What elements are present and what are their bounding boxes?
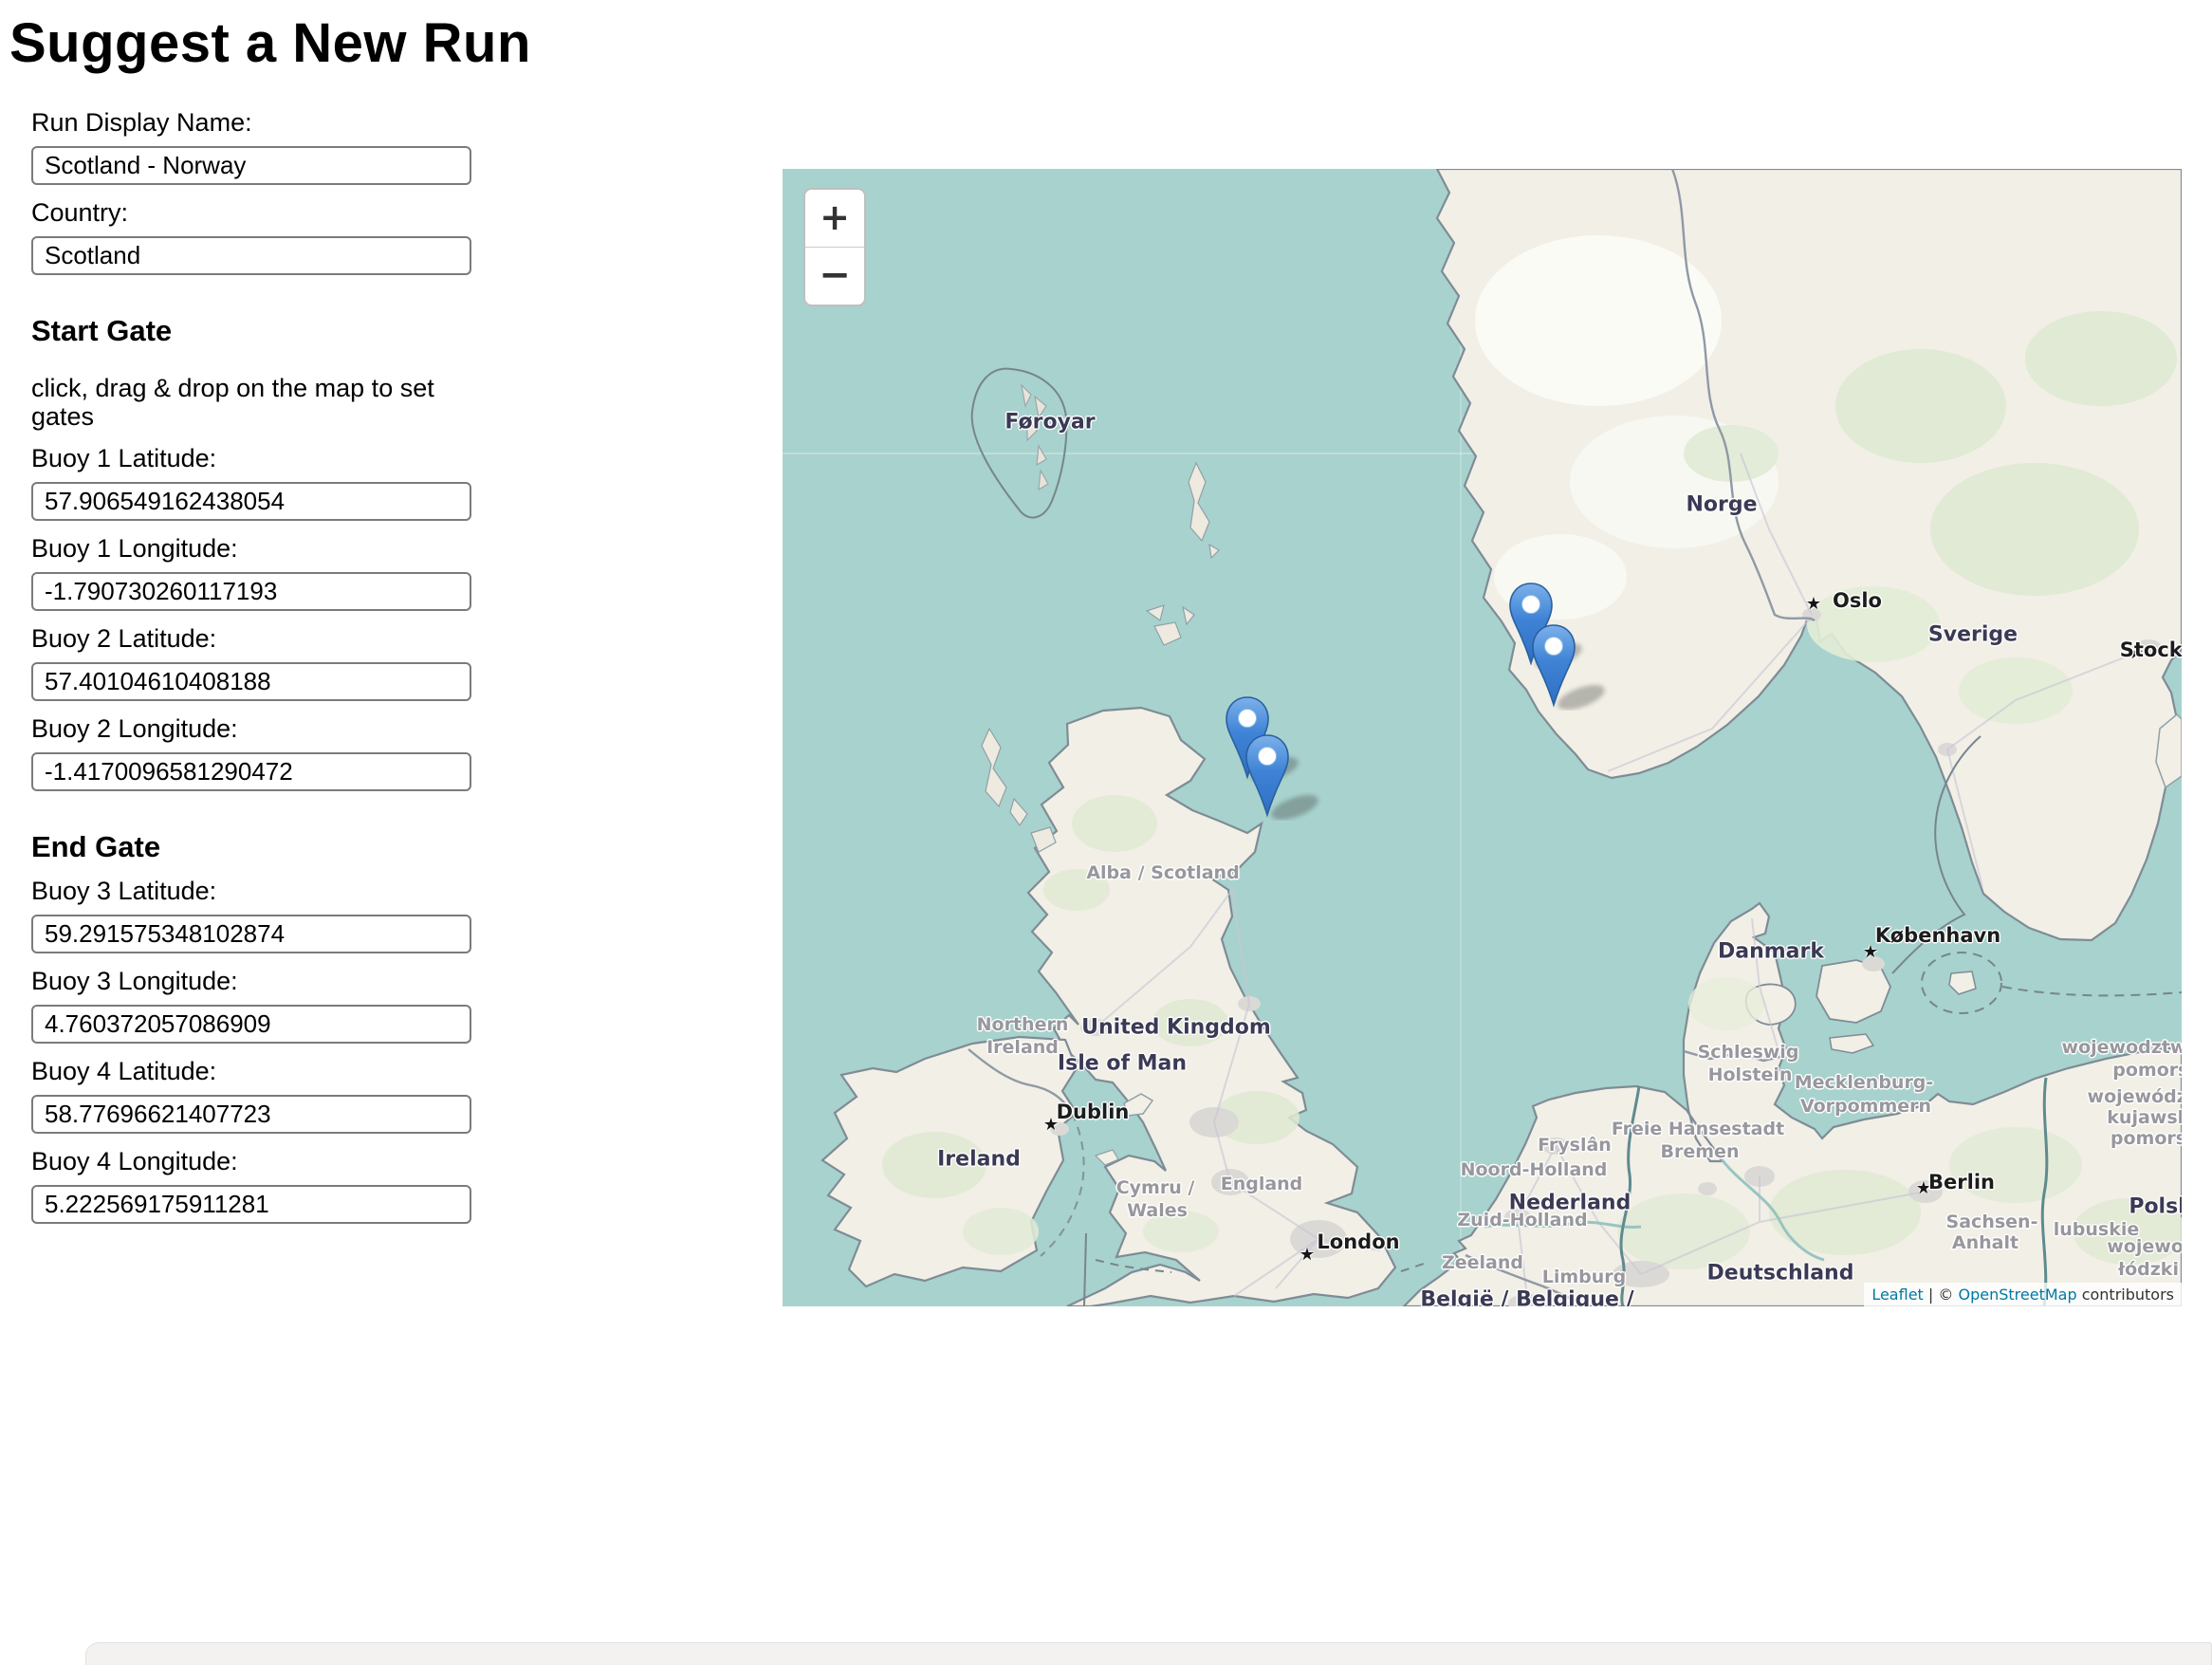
map-label-mecklenburg: Mecklenburg- (1795, 1072, 1934, 1093)
map-label-pomorskie: pomorskie (2111, 1128, 2182, 1149)
map-label-dublin: Dublin (1057, 1101, 1130, 1123)
k-benhavn-star-icon: ★ (1863, 944, 1878, 961)
map-label-freie-hansestadt: Freie Hansestadt (1612, 1119, 1784, 1139)
stockholm-star-icon: ★ (2129, 645, 2144, 662)
map-label-norge: Norge (1686, 493, 1757, 517)
buoy-2-latitude-input[interactable] (31, 662, 471, 701)
map-label-dzki: łódzki (2118, 1259, 2179, 1280)
buoy-3-longitude-input[interactable] (31, 1005, 471, 1044)
map-labels: Føroyar Norge Sverige Danmark United Kingdom… (783, 169, 2182, 1306)
buoy-2-marker[interactable] (1244, 733, 1325, 821)
buoy-3-longitude-label: Buoy 3 Longitude: (31, 967, 471, 996)
map-label-holstein: Holstein (1708, 1064, 1793, 1085)
map-label-limburg: Limburg (1542, 1267, 1627, 1287)
map-label-schleswig: Schleswig (1698, 1042, 1799, 1063)
page-title: Suggest a New Run (9, 11, 531, 75)
map-label-sverige: Sverige (1928, 623, 2018, 647)
openstreetmap-link[interactable]: OpenStreetMap (1958, 1286, 2076, 1304)
map-label-northern: Northern (977, 1014, 1069, 1035)
buoy-1-latitude-label: Buoy 1 Latitude: (31, 444, 471, 473)
map-label-pomorskie: pomorskie, (2112, 1060, 2182, 1081)
buoy-4-longitude-label: Buoy 4 Longitude: (31, 1147, 471, 1176)
map-label-wojew-dztwo: województwo (2088, 1086, 2182, 1107)
map-label-lubuskie: lubuskie (2054, 1219, 2140, 1240)
buoy-2-latitude-label: Buoy 2 Latitude: (31, 624, 471, 654)
map-label-ireland: Ireland (937, 1148, 1021, 1172)
buoy-4-latitude-input[interactable] (31, 1095, 471, 1134)
map-label-zuid-holland: Zuid-Holland (1457, 1210, 1587, 1230)
country-label: Country: (31, 198, 471, 228)
map-label-wojewod: wojewod. (2107, 1236, 2182, 1257)
end-gate-heading: End Gate (31, 831, 471, 863)
map-label-frysl-n: Fryslân (1538, 1135, 1612, 1156)
buoy-2-longitude-input[interactable] (31, 752, 471, 791)
zoom-control: + − (803, 188, 866, 306)
map-label-vorpommern: Vorpommern (1800, 1096, 1931, 1117)
buoy-4-marker[interactable] (1530, 623, 1612, 711)
zoom-out-button[interactable]: − (805, 247, 864, 305)
map-label-isle-of-man: Isle of Man (1058, 1052, 1187, 1076)
attribution-separator: | (1928, 1286, 1933, 1304)
attribution-contributors: contributors (2082, 1286, 2174, 1304)
map-label-nederland: Nederland (1509, 1192, 1631, 1215)
map-label-united-kingdom: United Kingdom (1081, 1016, 1271, 1040)
map-label-kujawsko: kujawsko- (2107, 1107, 2182, 1128)
map-label-sachsen: Sachsen- (1946, 1212, 2038, 1232)
oslo-star-icon: ★ (1806, 596, 1821, 613)
start-gate-heading: Start Gate (31, 315, 471, 347)
map-label-london: London (1317, 1230, 1399, 1253)
map-label-polska: Polska (2129, 1195, 2182, 1219)
map-label-oslo: Oslo (1833, 589, 1882, 612)
map-label-anhalt: Anhalt (1952, 1232, 2018, 1253)
buoy-1-latitude-input[interactable] (31, 482, 471, 521)
map-label-wojewodztwo: wojewodztwo (2062, 1037, 2182, 1058)
london-star-icon: ★ (1300, 1247, 1315, 1264)
map-label-england: England (1221, 1174, 1303, 1194)
map-label-f-royar: Føroyar (1005, 411, 1095, 435)
map-label-k-benhavn: København (1875, 924, 2000, 947)
map-label-danmark: Danmark (1718, 940, 1824, 964)
buoy-4-latitude-label: Buoy 4 Latitude: (31, 1057, 471, 1086)
map-label-cymru: Cymru / (1116, 1177, 1195, 1198)
map-label-deutschland: Deutschland (1707, 1262, 1854, 1286)
map-pin-icon (1530, 623, 1612, 711)
map-label-noord-holland: Noord-Holland (1461, 1159, 1608, 1180)
map-pin-icon (1244, 733, 1325, 821)
gates-hint: click, drag & drop on the map to set gat… (31, 374, 471, 431)
map-label-bremen: Bremen (1661, 1141, 1740, 1162)
buoy-4-longitude-input[interactable] (31, 1185, 471, 1224)
attribution-copyright: © (1938, 1286, 1953, 1304)
leaflet-link[interactable]: Leaflet (1871, 1286, 1923, 1304)
form-column: Run Display Name: Country: Start Gate click… (31, 95, 471, 1228)
berlin-star-icon: ★ (1916, 1180, 1931, 1197)
map-label-belgi-belgique: België / Belgique / (1420, 1288, 1633, 1307)
zoom-in-button[interactable]: + (805, 190, 864, 247)
map-label-alba-scotland: Alba / Scotland (1086, 862, 1239, 883)
map-label-berlin: Berlin (1928, 1171, 1995, 1193)
map-attribution: Leaflet | © OpenStreetMap contributors (1864, 1283, 2182, 1306)
bottom-partial-element (85, 1642, 2212, 1665)
buoy-3-latitude-label: Buoy 3 Latitude: (31, 877, 471, 906)
country-input[interactable] (31, 236, 471, 275)
map-label-wales: Wales (1127, 1200, 1188, 1221)
map-label-zeeland: Zeeland (1442, 1252, 1523, 1273)
run-display-name-input[interactable] (31, 146, 471, 185)
map-label-ireland: Ireland (986, 1037, 1059, 1058)
buoy-1-longitude-label: Buoy 1 Longitude: (31, 534, 471, 564)
dublin-star-icon: ★ (1043, 1117, 1059, 1134)
run-display-name-label: Run Display Name: (31, 108, 471, 138)
map[interactable]: Føroyar Norge Sverige Danmark United Kingdom… (783, 169, 2182, 1306)
buoy-2-longitude-label: Buoy 2 Longitude: (31, 714, 471, 744)
buoy-1-longitude-input[interactable] (31, 572, 471, 611)
buoy-3-latitude-input[interactable] (31, 915, 471, 953)
